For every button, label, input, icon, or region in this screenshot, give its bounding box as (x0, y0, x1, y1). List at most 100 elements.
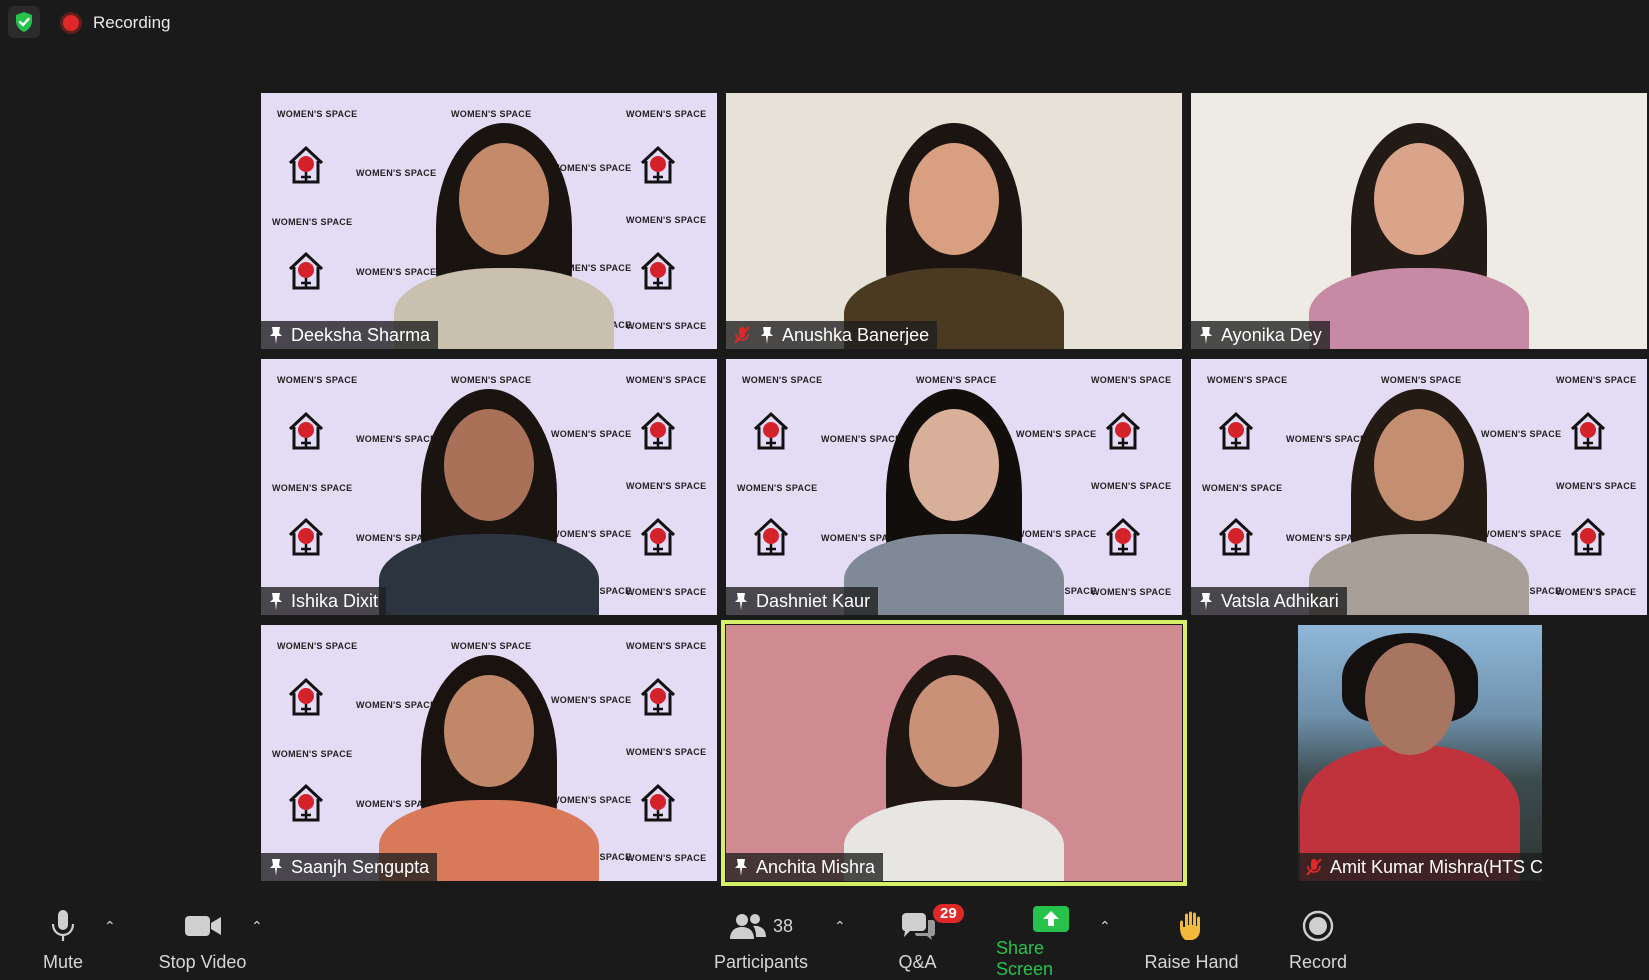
pin-icon (761, 327, 773, 344)
record-button[interactable]: Record (1282, 888, 1354, 978)
participant-name-bar: Ishika Dixit (261, 587, 387, 615)
backdrop-text: WOMEN'S SPACE (272, 483, 353, 493)
participant-video-tile[interactable]: Anchita Mishra (726, 625, 1182, 881)
womens-space-logo-icon (1570, 411, 1606, 450)
stop-video-label: Stop Video (158, 952, 247, 972)
participants-count: 38 (772, 915, 794, 936)
microphone-icon (50, 904, 76, 948)
backdrop-text: WOMEN'S SPACE (277, 641, 358, 651)
pin-icon (735, 593, 747, 610)
backdrop-text: WOMEN'S SPACE (821, 434, 902, 444)
womens-space-logo-icon (288, 145, 324, 184)
participant-video-tile[interactable]: Anushka Banerjee (726, 93, 1182, 349)
participant-name-bar: Anchita Mishra (726, 853, 884, 881)
qa-label: Q&A (898, 952, 937, 972)
participant-face (444, 675, 534, 787)
womens-space-logo-icon (1105, 411, 1141, 450)
qa-button[interactable]: Q&A (880, 888, 955, 978)
participant-name: Anushka Banerjee (782, 324, 930, 345)
participant-name: Anchita Mishra (756, 856, 876, 877)
womens-space-logo-icon (288, 517, 324, 556)
womens-space-logo-icon (288, 251, 324, 290)
backdrop-text: WOMEN'S SPACE (1556, 481, 1637, 491)
share-screen-button[interactable]: Share Screen (996, 888, 1106, 979)
share-screen-label: Share Screen (996, 938, 1054, 979)
backdrop-text: WOMEN'S SPACE (1202, 483, 1283, 493)
chevron-up-icon[interactable]: ⌃ (104, 918, 116, 935)
backdrop-text: WOMEN'S SPACE (626, 109, 707, 119)
backdrop-text: WOMEN'S SPACE (277, 375, 358, 385)
participant-name-bar: Ayonika Dey (1191, 321, 1330, 349)
backdrop-text: WOMEN'S SPACE (272, 217, 353, 227)
backdrop-text: WOMEN'S SPACE (551, 163, 632, 173)
chevron-up-icon[interactable]: ⌃ (1099, 918, 1111, 935)
participant-video-tile[interactable]: WOMEN'S SPACE WOMEN'S SPACE WOMEN'S SPACE W… (261, 93, 717, 349)
raise-hand-button[interactable]: Raise Hand (1144, 888, 1239, 978)
backdrop-text: WOMEN'S SPACE (626, 853, 707, 863)
pin-icon (270, 593, 282, 610)
qa-badge: 29 (933, 904, 964, 923)
womens-space-logo-icon (640, 251, 676, 290)
backdrop-text: WOMEN'S SPACE (1091, 481, 1172, 491)
participant-name: Vatsla Adhikari (1221, 590, 1339, 611)
meeting-toolbar: Mute ⌃ Stop Video ⌃ 38 Participants ⌃ Q&… (0, 888, 1649, 979)
participant-name-bar: Deeksha Sharma (261, 321, 439, 349)
muted-microphone-icon (734, 326, 750, 344)
backdrop-text: WOMEN'S SPACE (1481, 529, 1562, 539)
backdrop-text: WOMEN'S SPACE (916, 375, 997, 385)
mute-button[interactable]: Mute (28, 888, 98, 978)
participant-name: Deeksha Sharma (291, 324, 431, 345)
womens-space-logo-icon (640, 517, 676, 556)
participant-name-bar: Saanjh Sengupta (261, 853, 438, 881)
backdrop-text: WOMEN'S SPACE (1381, 375, 1462, 385)
pin-icon (270, 859, 282, 876)
backdrop-text: WOMEN'S SPACE (1016, 529, 1097, 539)
backdrop-text: WOMEN'S SPACE (1286, 434, 1367, 444)
raised-hand-icon (1177, 904, 1207, 948)
backdrop-text: WOMEN'S SPACE (551, 695, 632, 705)
participant-body (379, 534, 599, 615)
participant-name-bar: Anushka Banerjee (726, 321, 938, 349)
participant-name: Ayonika Dey (1221, 324, 1322, 345)
participant-face (909, 143, 999, 255)
backdrop-text: WOMEN'S SPACE (451, 641, 532, 651)
participant-name: Ishika Dixit (291, 590, 379, 611)
participant-video-tile[interactable]: WOMEN'S SPACE WOMEN'S SPACE WOMEN'S SPACE W… (261, 359, 717, 615)
record-label: Record (1288, 952, 1348, 972)
participant-video-tile[interactable]: WOMEN'S SPACE WOMEN'S SPACE WOMEN'S SPACE W… (726, 359, 1182, 615)
backdrop-text: WOMEN'S SPACE (1091, 587, 1172, 597)
pin-icon (1200, 593, 1212, 610)
muted-microphone-icon (1306, 858, 1322, 876)
stop-video-button[interactable]: Stop Video (150, 888, 255, 978)
womens-space-logo-icon (640, 145, 676, 184)
backdrop-text: WOMEN'S SPACE (626, 481, 707, 491)
chevron-up-icon[interactable]: ⌃ (834, 918, 846, 935)
participant-face (444, 409, 534, 521)
participant-body (1309, 268, 1529, 349)
video-camera-icon (184, 904, 222, 948)
participant-video-tile[interactable]: Amit Kumar Mishra(HTS Co-fou... (1298, 625, 1542, 881)
recording-indicator[interactable]: Recording (58, 10, 171, 36)
backdrop-text: WOMEN'S SPACE (742, 375, 823, 385)
participant-video-tile[interactable]: WOMEN'S SPACE WOMEN'S SPACE WOMEN'S SPACE W… (261, 625, 717, 881)
participant-face (909, 409, 999, 521)
backdrop-text: WOMEN'S SPACE (626, 215, 707, 225)
participants-button[interactable]: 38 Participants (706, 888, 816, 978)
participant-face (909, 675, 999, 787)
participant-name: Dashniet Kaur (756, 590, 871, 611)
participant-face (1374, 143, 1464, 255)
shield-check-icon[interactable] (8, 6, 40, 38)
participant-video-tile[interactable]: WOMEN'S SPACE WOMEN'S SPACE WOMEN'S SPACE W… (1191, 359, 1647, 615)
womens-space-logo-icon (753, 411, 789, 450)
backdrop-text: WOMEN'S SPACE (737, 483, 818, 493)
participant-video-tile[interactable]: Ayonika Dey (1191, 93, 1647, 349)
participant-name-bar: Vatsla Adhikari (1191, 587, 1347, 615)
backdrop-text: WOMEN'S SPACE (451, 109, 532, 119)
mute-label: Mute (42, 952, 84, 972)
backdrop-text: WOMEN'S SPACE (1016, 429, 1097, 439)
backdrop-text: WOMEN'S SPACE (356, 168, 437, 178)
backdrop-text: WOMEN'S SPACE (1207, 375, 1288, 385)
pin-icon (735, 859, 747, 876)
chevron-up-icon[interactable]: ⌃ (251, 918, 263, 935)
participants-icon-wrap: 38 (729, 904, 793, 948)
